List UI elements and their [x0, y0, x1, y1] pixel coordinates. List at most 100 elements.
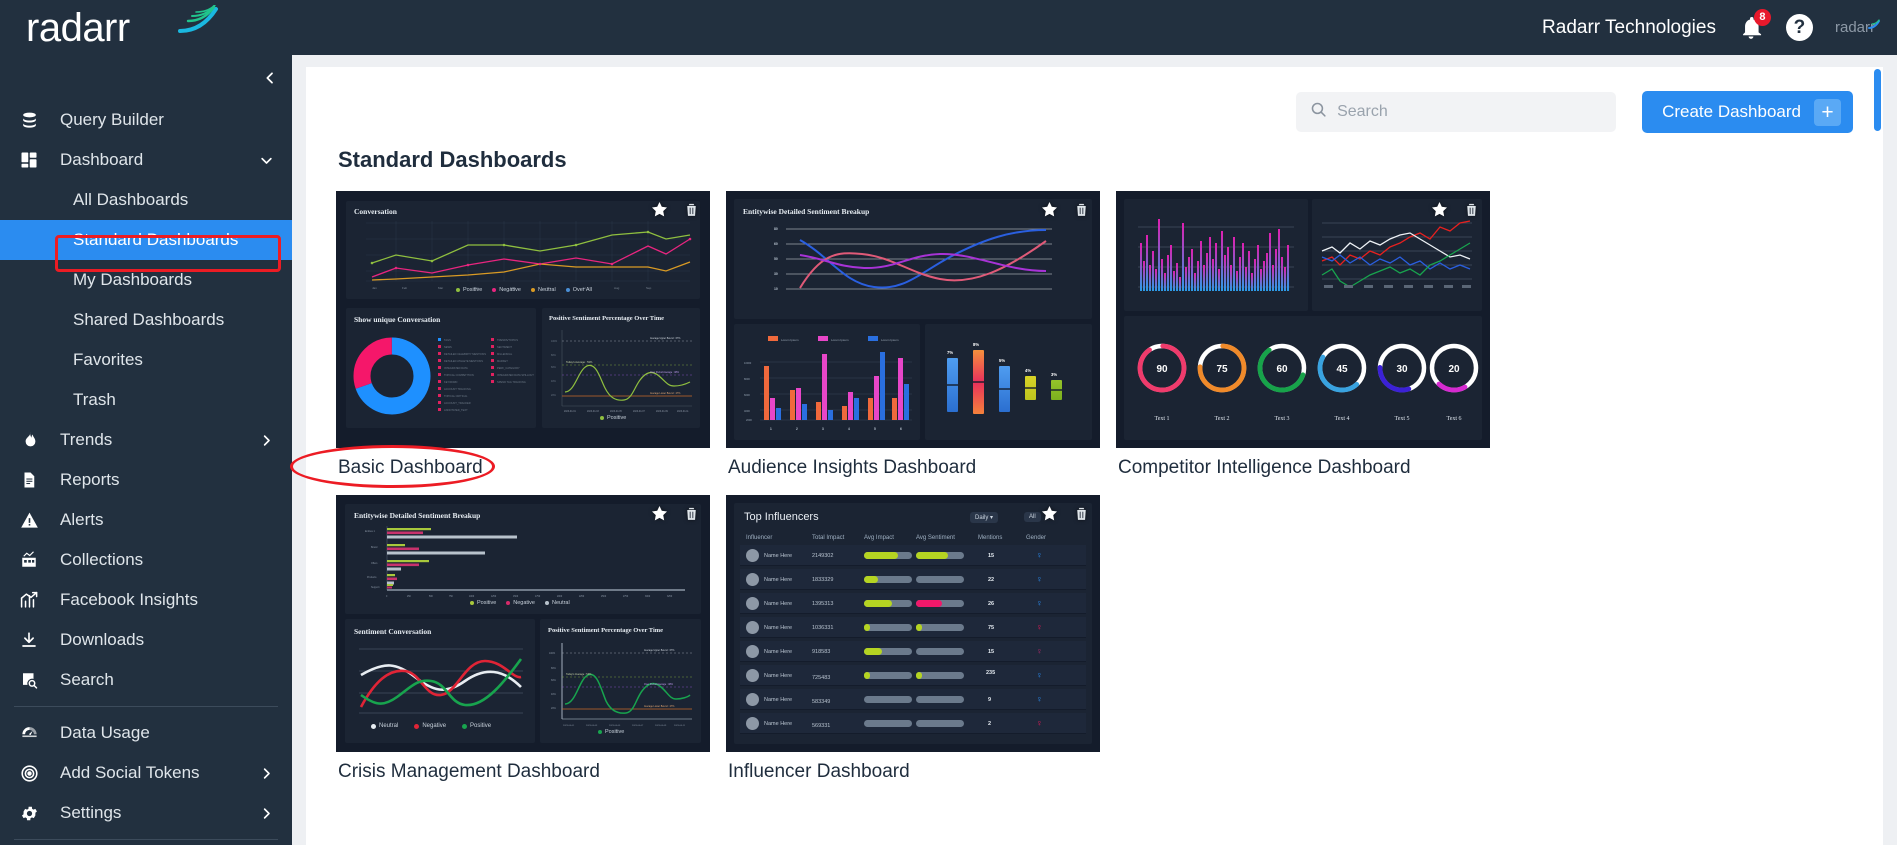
app-logo[interactable]: radarr — [26, 3, 226, 51]
legend-item: Positive — [462, 723, 491, 729]
avatar — [746, 717, 759, 730]
table-row[interactable]: Name Here 1395313 26 ♀ — [740, 593, 1086, 614]
period-dropdown[interactable]: Daily ▾ — [970, 512, 999, 523]
sidebar-item-all-dashboards[interactable]: All Dashboards — [0, 180, 292, 220]
sidebar-item-add-social-tokens[interactable]: Add Social Tokens — [0, 753, 292, 793]
svg-text:80: 80 — [774, 227, 778, 231]
sidebar-item-query-builder[interactable]: Query Builder — [0, 100, 292, 140]
cell-mentions: 2 — [988, 721, 992, 727]
svg-text:INTEGRATED DATA SPILLOUT: INTEGRATED DATA SPILLOUT — [497, 373, 534, 377]
dashboard-card-audience-insights[interactable]: Entitywise Detailed Sentiment Breakup 80… — [726, 191, 1100, 479]
star-icon[interactable] — [650, 504, 669, 528]
cell-total-impact: 1395313 — [812, 601, 834, 607]
cell-total-impact: 569331 — [812, 723, 831, 729]
sidebar-item-trends[interactable]: Trends — [0, 420, 292, 460]
svg-text:1: 1 — [770, 427, 772, 431]
sidebar-item-alerts[interactable]: Alerts — [0, 500, 292, 540]
sidebar-item-collections[interactable]: Collections — [0, 540, 292, 580]
star-icon[interactable] — [1040, 200, 1059, 224]
table-row[interactable]: Name Here 2149302 15 ♀ — [740, 545, 1086, 566]
svg-text:2250: 2250 — [579, 596, 585, 598]
table-row[interactable]: Name Here 1036331 75 ♀ — [740, 617, 1086, 638]
gauge-label: Text 5 — [1394, 416, 1410, 422]
sidebar-item-dashboard[interactable]: Dashboard — [0, 140, 292, 180]
sidebar-item-settings[interactable]: Settings — [0, 793, 292, 833]
thumb-panel-spike-bars — [1124, 199, 1308, 311]
page-scrollbar-thumb[interactable] — [1874, 69, 1881, 131]
trash-icon[interactable] — [683, 200, 700, 224]
bar-fill-avg-impact — [864, 648, 882, 655]
trash-icon[interactable] — [683, 504, 700, 528]
table-header-avg-impact: Avg Impact — [864, 535, 894, 541]
collections-icon — [14, 551, 44, 569]
trash-icon[interactable] — [1073, 504, 1090, 528]
chevron-right-icon[interactable] — [259, 433, 274, 448]
help-circle-icon[interactable]: ? — [1785, 14, 1813, 41]
dashboard-thumbnail: 90 75 60 45 30 20 Text 1 Text 2 Text 3 T… — [1116, 191, 1490, 448]
trash-icon[interactable] — [1073, 200, 1090, 224]
bell-icon[interactable]: 8 — [1738, 8, 1771, 41]
sidebar-item-search[interactable]: Search — [0, 660, 292, 700]
filter-all-button[interactable]: All — [1024, 512, 1041, 522]
gender-icon: ♀ — [1036, 646, 1043, 656]
svg-text:30: 30 — [774, 272, 778, 276]
sidebar-item-my-dashboards[interactable]: My Dashboards — [0, 260, 292, 300]
sidebar-item-shared-dashboards[interactable]: Shared Dashboards — [0, 300, 292, 340]
svg-text:NEWS: NEWS — [444, 345, 452, 349]
table-header-avg-sentiment: Avg Sentiment — [916, 535, 955, 541]
legend-label: Negative — [513, 600, 535, 606]
topbar-right-group: Radarr Technologies 8 ? radarr — [1542, 8, 1880, 41]
cell-total-impact: 2149302 — [812, 553, 834, 559]
table-row[interactable]: Name Here 1833329 22 ♀ — [740, 569, 1086, 590]
table-row[interactable]: Name Here 725483 235 ♀ — [740, 665, 1086, 686]
sidebar-item-favorites[interactable]: Favorites — [0, 340, 292, 380]
sidebar-item-label: Search — [60, 670, 114, 689]
dashboard-card-competitor-intelligence[interactable]: 90 75 60 45 30 20 Text 1 Text 2 Text 3 T… — [1116, 191, 1490, 479]
svg-text:250: 250 — [407, 596, 412, 598]
sidebar-item-data-usage[interactable]: Data Usage — [0, 713, 292, 753]
svg-text:50: 50 — [774, 257, 778, 261]
sidebar-item-reports[interactable]: Reports — [0, 460, 292, 500]
star-icon[interactable] — [1430, 200, 1449, 224]
table-row[interactable]: Name Here 583349 9 ♀ — [740, 689, 1086, 710]
sidebar-item-standard-dashboards[interactable]: Standard Dashboards — [0, 220, 292, 260]
cell-mentions: 26 — [988, 601, 995, 607]
sidebar-nav: Query Builder Dashboard All Dashboards S… — [0, 100, 292, 840]
bar-track — [916, 648, 964, 655]
chevron-right-icon[interactable] — [259, 766, 274, 781]
chevron-right-icon[interactable] — [259, 806, 274, 821]
cell-total-impact: 918583 — [812, 649, 831, 655]
bar-fill-avg-sentiment — [916, 552, 948, 559]
cell-influencer-name: Name Here — [764, 697, 793, 703]
table-row[interactable]: Name Here 918583 15 ♀ — [740, 641, 1086, 662]
chevron-down-icon[interactable] — [259, 153, 274, 168]
sidebar-item-trash[interactable]: Trash — [0, 380, 292, 420]
svg-text:2000: 2000 — [557, 596, 563, 598]
search-box[interactable] — [1296, 92, 1617, 132]
thumb-panel-top-influencers: Top Influencers Daily ▾ All Influencer T… — [734, 503, 1092, 744]
dashboard-card-basic[interactable]: Conversation Jan Feb Mar Apr May Jun Jul… — [336, 191, 710, 479]
sidebar-item-downloads[interactable]: Downloads — [0, 620, 292, 660]
legend-label: Neutral — [379, 723, 399, 729]
svg-text:MARKET: MARKET — [497, 359, 508, 363]
svg-text:90: 90 — [1156, 364, 1168, 375]
caret-down-icon: ▾ — [990, 515, 994, 521]
svg-text:2023-04-07: 2023-04-07 — [632, 725, 644, 727]
dashboard-card-crisis-management[interactable]: Entitywise Detailed Sentiment Breakup En… — [336, 495, 710, 783]
filter-label: All — [1029, 514, 1036, 520]
sidebar-item-facebook-insights[interactable]: Facebook Insights — [0, 580, 292, 620]
trash-icon[interactable] — [1463, 200, 1480, 224]
svg-text:2023-04-11: 2023-04-11 — [677, 411, 689, 413]
dashboard-card-influencer[interactable]: Top Influencers Daily ▾ All Influencer T… — [726, 495, 1100, 783]
svg-text:2023-04-11: 2023-04-11 — [674, 725, 686, 727]
star-icon[interactable] — [1040, 504, 1059, 528]
sidebar-collapse-button[interactable] — [247, 55, 292, 100]
search-input[interactable] — [1337, 103, 1603, 121]
star-icon[interactable] — [650, 200, 669, 224]
bar-track — [864, 720, 912, 727]
create-dashboard-button[interactable]: Create Dashboard + — [1642, 91, 1853, 133]
svg-text:SPEND TAG TRACKING: SPEND TAG TRACKING — [497, 380, 526, 384]
thumb-positive-pct-chart: 100% 80% 60% 40% 20% 2023-04-01 2023-04-03 2… — [549, 643, 692, 727]
cell-mentions: 9 — [988, 697, 992, 703]
table-row[interactable]: Name Here 569331 2 ♀ — [740, 713, 1086, 734]
